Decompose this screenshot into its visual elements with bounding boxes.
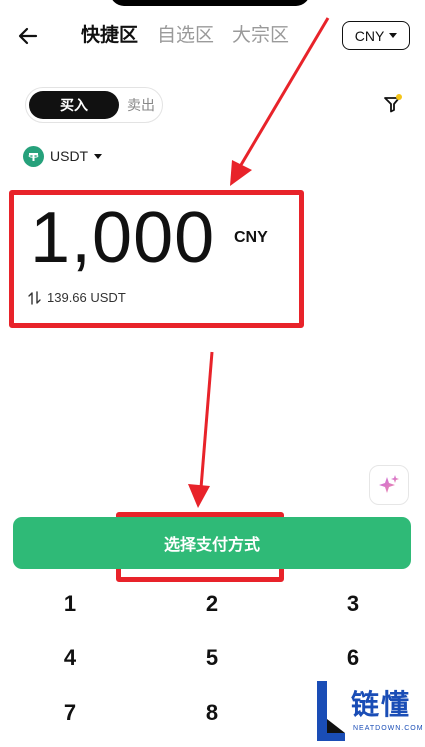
sparkle-icon[interactable] [369, 465, 409, 505]
buy-sell-toggle: 买入 卖出 [25, 87, 163, 123]
watermark-logo: 链懂 NEATDOWN.COM [312, 677, 425, 747]
annotation-arrowhead [230, 160, 252, 186]
buy-tab[interactable]: 买入 [29, 91, 119, 119]
annotation-arrow-line [199, 351, 214, 489]
keypad-key-4[interactable]: 4 [30, 638, 110, 678]
currency-label: CNY [354, 27, 385, 44]
caret-down-icon [389, 33, 398, 38]
sell-tab[interactable]: 卖出 [119, 91, 163, 119]
tab-favorites[interactable]: 自选区 [157, 22, 214, 48]
caret-down-icon [94, 153, 103, 159]
tab-bulk[interactable]: 大宗区 [232, 22, 289, 48]
keypad-key-5[interactable]: 5 [172, 638, 252, 678]
filter-icon[interactable] [381, 92, 405, 116]
annotation-arrowhead [188, 484, 210, 508]
camera-notch [110, 0, 310, 6]
currency-selector[interactable]: CNY [342, 21, 410, 50]
annotation-amount-box [9, 190, 304, 328]
tab-quick[interactable]: 快捷区 [81, 22, 138, 48]
keypad-key-8[interactable]: 8 [172, 693, 252, 733]
watermark-subtext: NEATDOWN.COM [353, 725, 424, 732]
back-arrow-icon[interactable] [14, 22, 42, 50]
watermark-l-icon [317, 681, 345, 741]
coin-selector[interactable]: USDT [23, 145, 103, 167]
keypad-key-3[interactable]: 3 [313, 584, 393, 624]
tether-icon [23, 145, 44, 167]
keypad-key-7[interactable]: 7 [30, 693, 110, 733]
coin-name: USDT [50, 148, 89, 164]
watermark-text: 链懂 [351, 688, 412, 721]
keypad-key-2[interactable]: 2 [172, 584, 252, 624]
keypad-key-1[interactable]: 1 [30, 584, 110, 624]
keypad-key-6[interactable]: 6 [313, 638, 393, 678]
filter-badge [396, 94, 402, 100]
select-payment-method-button[interactable]: 选择支付方式 [13, 517, 411, 569]
